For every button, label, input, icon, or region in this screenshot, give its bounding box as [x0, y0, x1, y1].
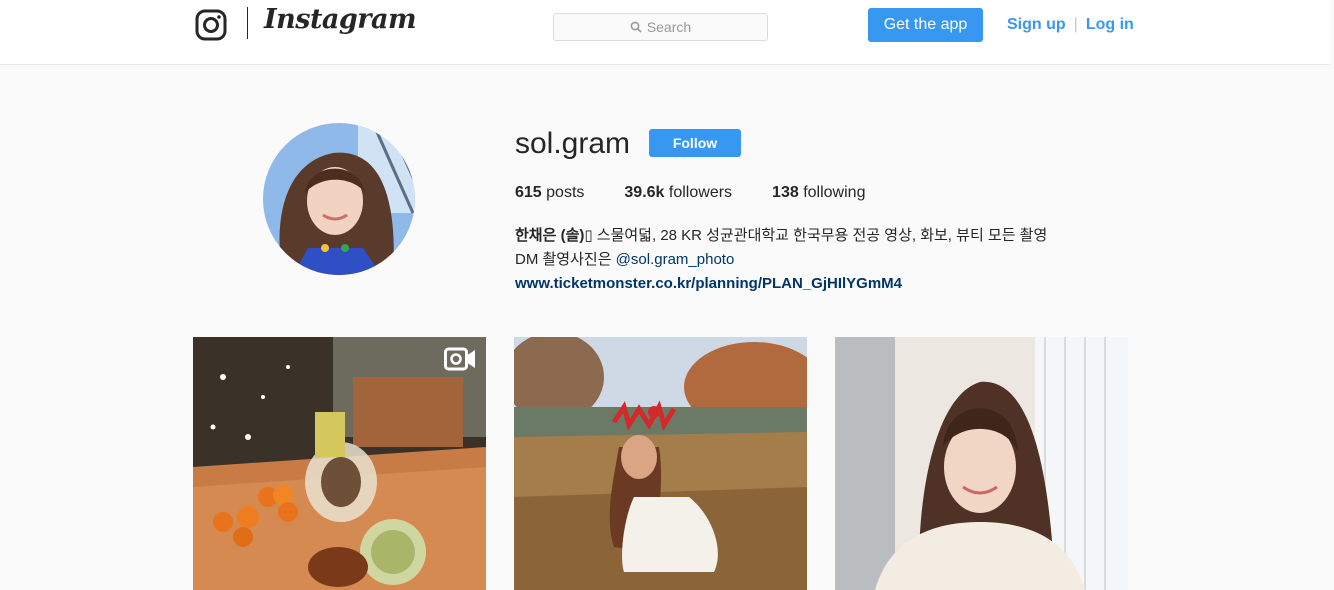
signup-link[interactable]: Sign up: [1007, 16, 1066, 34]
bio-full-name: 한채은 (솔): [515, 227, 585, 244]
video-camera-icon: [444, 347, 475, 371]
login-link[interactable]: Log in: [1086, 16, 1134, 34]
get-the-app-button[interactable]: Get the app: [868, 8, 983, 42]
profile-username: sol.gram: [515, 127, 631, 160]
post-thumbnail[interactable]: [193, 337, 486, 590]
followers-count: 39.6k: [624, 184, 665, 201]
top-nav: Instagram Search Get the app Sign up | L…: [0, 0, 1330, 65]
bio-line-2: DM 촬영사진은 @sol.gram_photo: [515, 248, 1155, 272]
instagram-camera-icon[interactable]: [195, 9, 227, 41]
bio-description: ▯ 스물여덟, 28 KR 성균관대학교 한국무용 전공 영상, 화보, 뷰티 …: [584, 227, 1048, 244]
search-icon: [630, 21, 642, 33]
followers-label: followers: [668, 184, 733, 201]
search-input[interactable]: Search: [553, 13, 768, 41]
follow-button[interactable]: Follow: [649, 129, 741, 157]
bio-line-1: 한채은 (솔)▯ 스물여덟, 28 KR 성균관대학교 한국무용 전공 영상, …: [515, 224, 1155, 248]
instagram-wordmark[interactable]: Instagram: [264, 4, 417, 35]
logo-divider: [247, 7, 248, 39]
profile-stats: 615 posts 39.6k followers 138 following: [515, 184, 905, 202]
posts-stat: 615 posts: [515, 184, 584, 202]
posts-count: 615: [515, 184, 542, 201]
followers-stat[interactable]: 39.6k followers: [624, 184, 732, 202]
following-label: following: [803, 184, 866, 201]
bio-line-3: www.ticketmonster.co.kr/planning/PLAN_Gj…: [515, 272, 1155, 296]
profile-bio: 한채은 (솔)▯ 스물여덟, 28 KR 성균관대학교 한국무용 전공 영상, …: [515, 224, 1155, 296]
bio-mention-link[interactable]: @sol.gram_photo: [616, 251, 735, 268]
posts-label: posts: [546, 184, 585, 201]
bio-website-link[interactable]: www.ticketmonster.co.kr/planning/PLAN_Gj…: [515, 275, 902, 292]
search-placeholder: Search: [646, 19, 692, 35]
post-thumbnail[interactable]: [514, 337, 807, 590]
bio-dm-text: DM 촬영사진은: [515, 251, 616, 268]
following-stat[interactable]: 138 following: [772, 184, 865, 202]
following-count: 138: [772, 184, 799, 201]
post-thumbnail[interactable]: [835, 337, 1128, 590]
auth-links: Sign up | Log in: [1007, 16, 1134, 34]
auth-separator: |: [1073, 16, 1078, 33]
profile-avatar[interactable]: [263, 123, 415, 275]
